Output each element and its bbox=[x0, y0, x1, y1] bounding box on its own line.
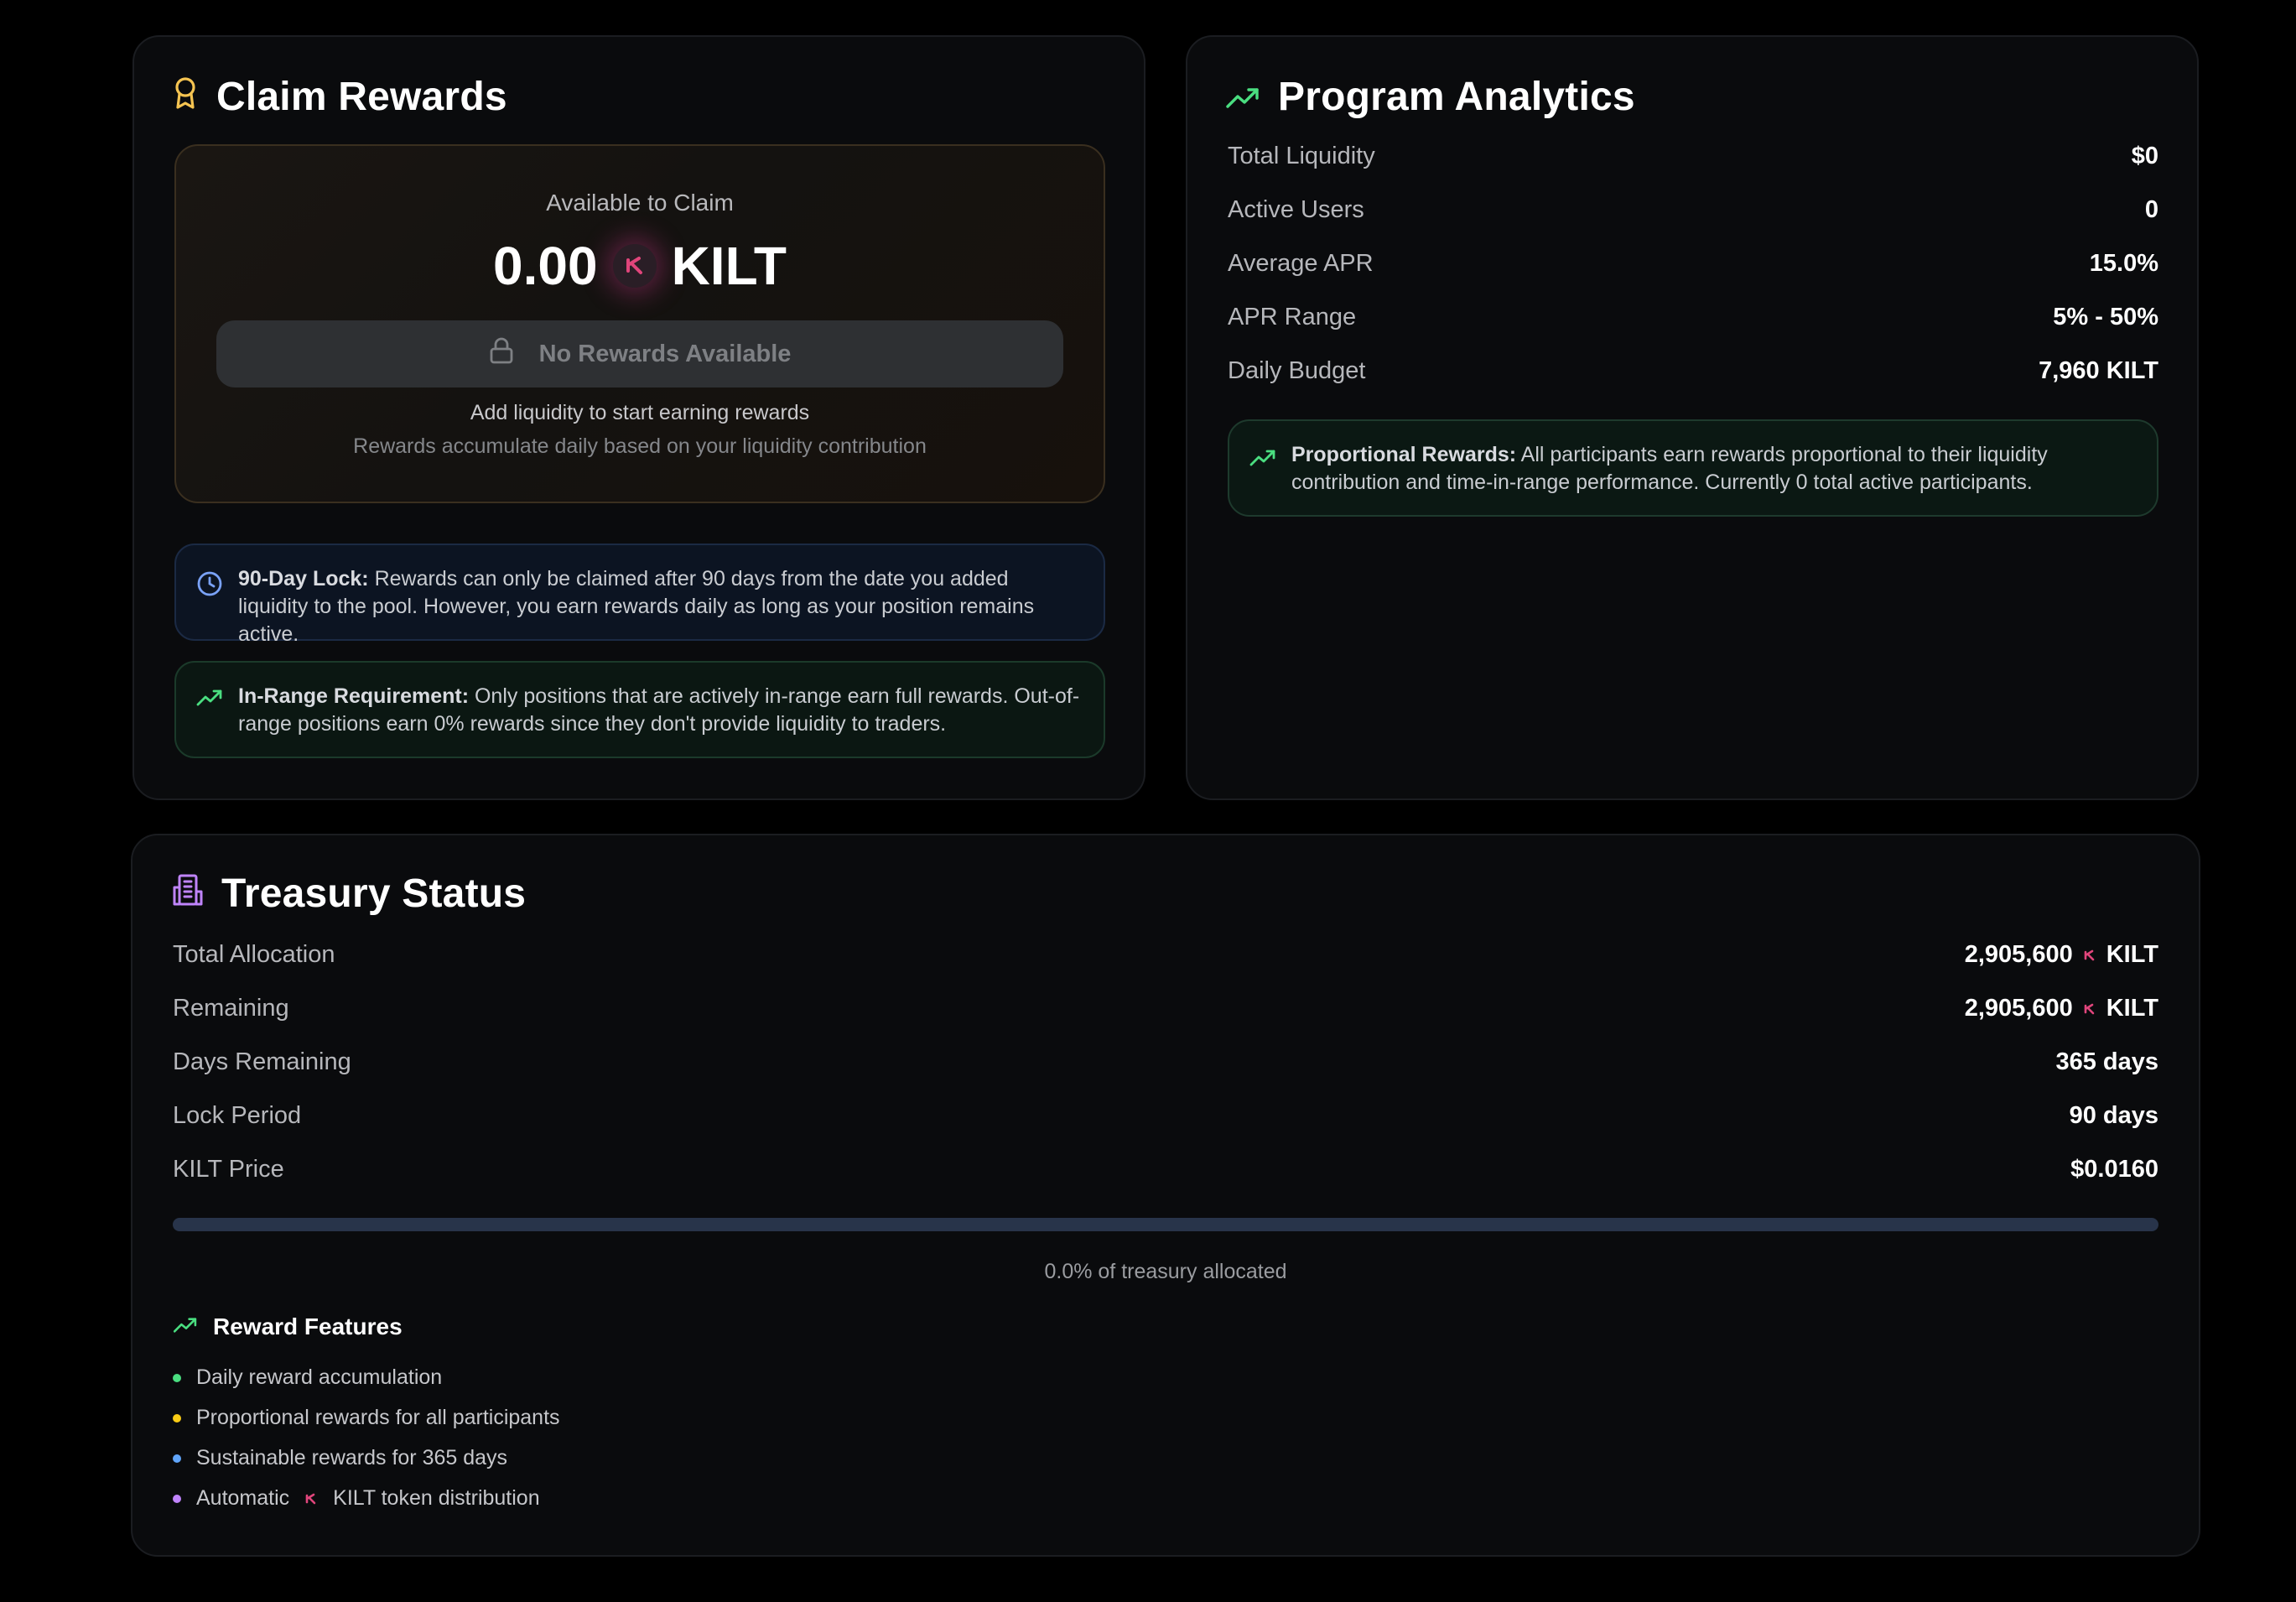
in-range-notice-title: In-Range Requirement: bbox=[238, 684, 470, 708]
claim-amount-token: KILT bbox=[671, 236, 787, 296]
feature-text: Proportional rewards for all participant… bbox=[196, 1406, 560, 1429]
trending-up-icon bbox=[1249, 448, 1276, 476]
reward-features-title: Reward Features bbox=[213, 1313, 403, 1339]
bullet-dot bbox=[173, 1373, 181, 1382]
treasury-row-label: KILT Price bbox=[173, 1156, 284, 1183]
analytics-row: APR Range 5% - 50% bbox=[1228, 304, 2158, 331]
reward-features-header: Reward Features bbox=[173, 1313, 403, 1340]
lock-icon bbox=[489, 337, 514, 371]
claim-hint-primary: Add liquidity to start earning rewards bbox=[470, 401, 810, 424]
building-icon bbox=[173, 871, 203, 917]
treasury-row: Total Allocation 2,905,600 KILT bbox=[173, 941, 2158, 969]
treasury-row-value: 365 days bbox=[2055, 1048, 2158, 1075]
treasury-row: KILT Price $0.0160 bbox=[173, 1156, 2158, 1183]
page: Claim Rewards Available to Claim 0.00 KI… bbox=[0, 0, 2296, 1602]
treasury-progress-bar bbox=[173, 1218, 2158, 1231]
analytics-row-label: APR Range bbox=[1228, 304, 1357, 330]
program-analytics-header: Program Analytics bbox=[1226, 74, 1635, 120]
trending-up-icon bbox=[196, 688, 223, 715]
kilt-logo-icon bbox=[612, 244, 657, 288]
treasury-row-label: Total Allocation bbox=[173, 941, 335, 968]
no-rewards-button-label: No Rewards Available bbox=[538, 340, 792, 367]
analytics-row-label: Daily Budget bbox=[1228, 357, 1366, 384]
treasury-status-title: Treasury Status bbox=[221, 871, 527, 916]
treasury-status-header: Treasury Status bbox=[173, 871, 526, 917]
treasury-row: Remaining 2,905,600 KILT bbox=[173, 995, 2158, 1022]
claim-rewards-header: Claim Rewards bbox=[173, 74, 507, 120]
analytics-row-value: 15.0% bbox=[2089, 250, 2158, 277]
available-to-claim-panel: Available to Claim 0.00 KILT No Rewards … bbox=[174, 144, 1105, 503]
treasury-row-value: $0.0160 bbox=[2070, 1156, 2158, 1183]
program-analytics-card: Program Analytics Total Liquidity $0 Act… bbox=[1186, 35, 2199, 800]
bullet-dot bbox=[173, 1454, 181, 1463]
treasury-row-amount: 2,905,600 bbox=[1964, 995, 2073, 1022]
analytics-row: Active Users 0 bbox=[1228, 196, 2158, 224]
no-rewards-available-button[interactable]: No Rewards Available bbox=[216, 320, 1063, 387]
feature-text: Daily reward accumulation bbox=[196, 1365, 443, 1389]
trending-up-icon bbox=[173, 1313, 198, 1340]
feature-item: Proportional rewards for all participant… bbox=[173, 1406, 560, 1430]
analytics-row: Average APR 15.0% bbox=[1228, 250, 2158, 278]
treasury-row: Lock Period 90 days bbox=[173, 1102, 2158, 1130]
treasury-row-label: Remaining bbox=[173, 995, 289, 1022]
feature-text-before: Automatic bbox=[196, 1486, 290, 1510]
analytics-row-label: Active Users bbox=[1228, 196, 1364, 223]
treasury-status-card: Treasury Status Total Allocation 2,905,6… bbox=[131, 834, 2200, 1557]
treasury-row: Days Remaining 365 days bbox=[173, 1048, 2158, 1076]
feature-text: Sustainable rewards for 365 days bbox=[196, 1446, 508, 1469]
treasury-row-label: Lock Period bbox=[173, 1102, 302, 1129]
claim-rewards-title: Claim Rewards bbox=[216, 75, 507, 119]
in-range-notice: In-Range Requirement: Only positions tha… bbox=[174, 661, 1105, 758]
treasury-row-value: 90 days bbox=[2069, 1102, 2158, 1129]
analytics-row-value: 7,960 KILT bbox=[2039, 357, 2158, 384]
available-to-claim-label: Available to Claim bbox=[546, 190, 734, 216]
analytics-row-label: Average APR bbox=[1228, 250, 1374, 277]
award-icon bbox=[173, 74, 198, 120]
trending-up-icon bbox=[1226, 74, 1260, 120]
analytics-row-label: Total Liquidity bbox=[1228, 143, 1375, 169]
treasury-progress-caption: 0.0% of treasury allocated bbox=[1044, 1260, 1287, 1283]
feature-item: Daily reward accumulation bbox=[173, 1365, 442, 1390]
proportional-rewards-notice: Proportional Rewards: All participants e… bbox=[1228, 419, 2158, 517]
bullet-dot bbox=[173, 1413, 181, 1423]
kilt-logo-icon bbox=[304, 1492, 318, 1506]
treasury-row-token: KILT bbox=[2106, 995, 2158, 1022]
kilt-logo-icon bbox=[2083, 1002, 2096, 1016]
treasury-row-value: 2,905,600 KILT bbox=[1965, 995, 2158, 1022]
claim-rewards-card: Claim Rewards Available to Claim 0.00 KI… bbox=[132, 35, 1145, 800]
analytics-row: Total Liquidity $0 bbox=[1228, 143, 2158, 170]
analytics-row-value: $0 bbox=[2131, 143, 2158, 169]
program-analytics-title: Program Analytics bbox=[1278, 75, 1635, 119]
analytics-row-value: 5% - 50% bbox=[2053, 304, 2158, 330]
clock-icon bbox=[196, 570, 223, 605]
claim-amount: 0.00 KILT bbox=[176, 235, 1104, 297]
feature-text-after: KILT token distribution bbox=[333, 1486, 540, 1510]
treasury-row-amount: 2,905,600 bbox=[1964, 941, 2073, 968]
treasury-row-label: Days Remaining bbox=[173, 1048, 351, 1075]
feature-item: Automatic KILT token distribution bbox=[173, 1486, 540, 1511]
proportional-rewards-title: Proportional Rewards: bbox=[1291, 443, 1517, 466]
bullet-dot bbox=[173, 1494, 181, 1503]
analytics-row: Daily Budget 7,960 KILT bbox=[1228, 357, 2158, 385]
kilt-logo-icon bbox=[2083, 949, 2096, 962]
treasury-row-value: 2,905,600 KILT bbox=[1965, 941, 2158, 969]
treasury-row-token: KILT bbox=[2106, 941, 2158, 968]
claim-amount-value: 0.00 bbox=[493, 236, 598, 296]
lock-notice-title: 90-Day Lock: bbox=[238, 567, 369, 590]
lock-notice: 90-Day Lock: Rewards can only be claimed… bbox=[174, 544, 1105, 646]
analytics-row-value: 0 bbox=[2144, 196, 2158, 223]
claim-hint-secondary: Rewards accumulate daily based on your l… bbox=[353, 434, 927, 458]
feature-item: Sustainable rewards for 365 days bbox=[173, 1446, 507, 1470]
